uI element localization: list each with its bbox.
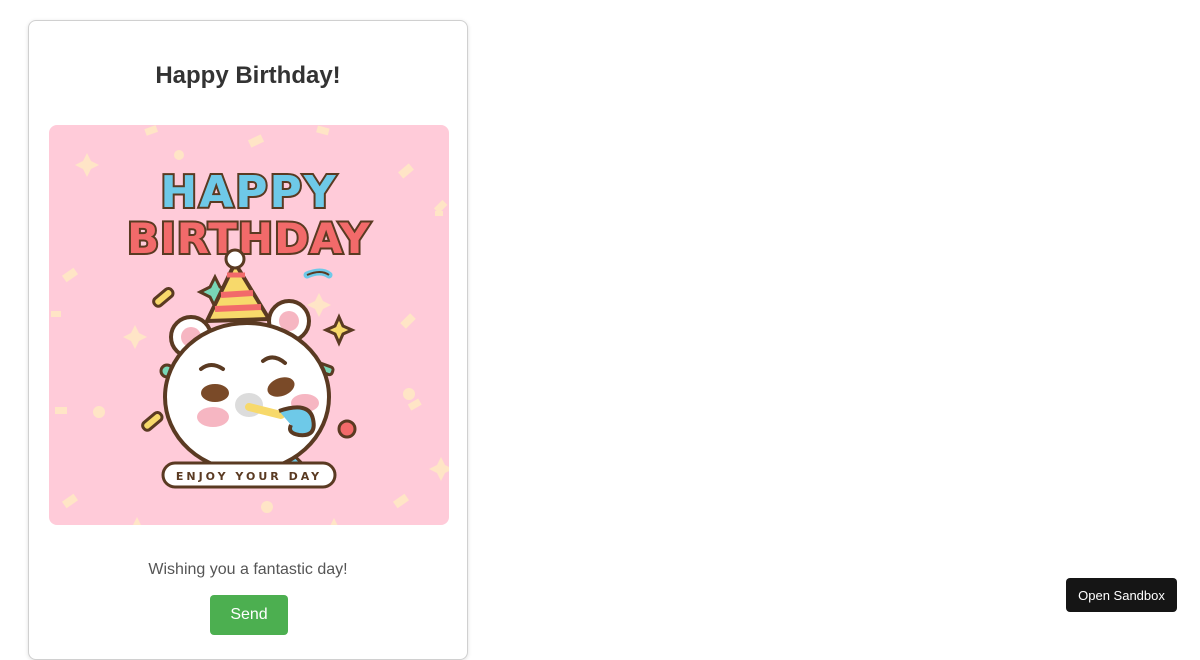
birthday-card: Happy Birthday! HAPPY BIRTHDAY ENJOY YOU… [28,20,468,660]
birthday-lettering: BIRTHDAY [127,214,371,263]
card-message: Wishing you a fantastic day! [148,561,348,578]
happy-lettering: HAPPY [160,167,337,218]
enjoy-your-day-ribbon: ENJOY YOUR DAY [176,470,322,483]
send-button[interactable]: Send [210,595,288,635]
birthday-image: HAPPY BIRTHDAY ENJOY YOUR DAY [49,125,449,525]
card-title: Happy Birthday! [155,62,341,89]
open-sandbox-button[interactable]: Open Sandbox [1066,578,1177,612]
